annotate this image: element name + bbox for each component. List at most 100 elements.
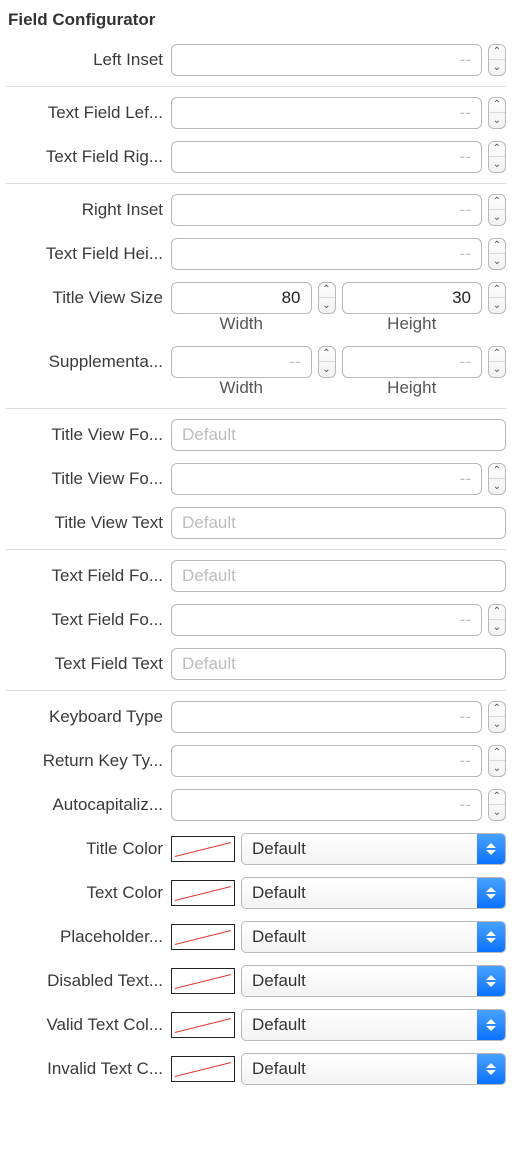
popup-disabled-text-color[interactable]: Default: [241, 965, 506, 997]
chevron-up-icon[interactable]: ⌃: [319, 347, 335, 362]
chevron-up-icon[interactable]: ⌃: [489, 746, 505, 761]
chevron-up-icon[interactable]: ⌃: [489, 45, 505, 60]
popup-label: Default: [242, 839, 477, 859]
stepper-title-view-font-size[interactable]: ⌃⌄: [488, 463, 506, 495]
input-text-field-left[interactable]: [171, 97, 482, 129]
chevron-down-icon[interactable]: ⌄: [489, 362, 505, 377]
stepper-supplementary-width[interactable]: ⌃⌄: [318, 346, 336, 378]
color-swatch-disabled[interactable]: [171, 968, 235, 994]
color-swatch-text[interactable]: [171, 880, 235, 906]
input-text-field-right[interactable]: [171, 141, 482, 173]
chevron-down-icon[interactable]: ⌄: [489, 298, 505, 313]
chevron-up-icon[interactable]: ⌃: [489, 195, 505, 210]
stepper-text-field-right[interactable]: ⌃⌄: [488, 141, 506, 173]
label-title-color: Title Color: [6, 839, 165, 859]
stepper-autocapitalization[interactable]: ⌃⌄: [488, 789, 506, 821]
popup-text-color[interactable]: Default: [241, 877, 506, 909]
popup-label: Default: [242, 927, 477, 947]
stepper-text-field-font-size[interactable]: ⌃⌄: [488, 604, 506, 636]
row-keyboard-type: Keyboard Type ⌃⌄: [6, 695, 506, 739]
input-text-field-height[interactable]: [171, 238, 482, 270]
row-right-inset: Right Inset ⌃⌄: [6, 188, 506, 232]
stepper-right-inset[interactable]: ⌃⌄: [488, 194, 506, 226]
label-text-field-right: Text Field Rig...: [6, 147, 165, 167]
row-invalid-text-color: Invalid Text C... Default: [6, 1047, 506, 1091]
sublabel-height: Height: [342, 378, 483, 398]
input-autocapitalization[interactable]: [171, 789, 482, 821]
stepper-supplementary-height[interactable]: ⌃⌄: [488, 346, 506, 378]
stepper-keyboard-type[interactable]: ⌃⌄: [488, 701, 506, 733]
label-text-field-height: Text Field Hei...: [6, 244, 165, 264]
input-text-field-font-size[interactable]: [171, 604, 482, 636]
stepper-text-field-left[interactable]: ⌃⌄: [488, 97, 506, 129]
input-title-view-font-name[interactable]: [171, 419, 506, 451]
label-invalid-text-color: Invalid Text C...: [6, 1059, 165, 1079]
popup-placeholder-color[interactable]: Default: [241, 921, 506, 953]
stepper-left-inset[interactable]: ⌃⌄: [488, 44, 506, 76]
chevron-up-icon[interactable]: ⌃: [489, 790, 505, 805]
popup-invalid-text-color[interactable]: Default: [241, 1053, 506, 1085]
color-swatch-valid[interactable]: [171, 1012, 235, 1038]
chevron-down-icon[interactable]: ⌄: [489, 60, 505, 75]
row-text-field-font-name: Text Field Fo...: [6, 554, 506, 598]
popup-valid-text-color[interactable]: Default: [241, 1009, 506, 1041]
stepper-return-key-type[interactable]: ⌃⌄: [488, 745, 506, 777]
input-left-inset[interactable]: [171, 44, 482, 76]
section-title: Field Configurator: [6, 4, 506, 38]
chevron-down-icon[interactable]: ⌄: [319, 362, 335, 377]
chevron-up-icon[interactable]: ⌃: [489, 142, 505, 157]
label-left-inset: Left Inset: [6, 50, 165, 70]
popup-title-color[interactable]: Default: [241, 833, 506, 865]
stepper-text-field-height[interactable]: ⌃⌄: [488, 238, 506, 270]
chevron-down-icon[interactable]: ⌄: [489, 717, 505, 732]
updown-arrows-icon: [477, 922, 505, 952]
chevron-up-icon[interactable]: ⌃: [489, 98, 505, 113]
row-text-field-left: Text Field Lef... ⌃⌄: [6, 91, 506, 135]
chevron-down-icon[interactable]: ⌄: [489, 805, 505, 820]
chevron-up-icon[interactable]: ⌃: [489, 239, 505, 254]
chevron-down-icon[interactable]: ⌄: [489, 479, 505, 494]
input-title-view-width[interactable]: [171, 282, 312, 314]
field-configurator-panel: Field Configurator Left Inset ⌃⌄ Text Fi…: [0, 0, 512, 1101]
input-return-key-type[interactable]: [171, 745, 482, 777]
label-title-view-font-name: Title View Fo...: [6, 425, 165, 445]
input-text-field-text[interactable]: [171, 648, 506, 680]
label-title-view-size: Title View Size: [6, 288, 165, 308]
chevron-up-icon[interactable]: ⌃: [489, 283, 505, 298]
input-title-view-height[interactable]: [342, 282, 483, 314]
chevron-up-icon[interactable]: ⌃: [489, 702, 505, 717]
updown-arrows-icon: [477, 1010, 505, 1040]
chevron-down-icon[interactable]: ⌄: [489, 620, 505, 635]
chevron-down-icon[interactable]: ⌄: [489, 157, 505, 172]
input-title-view-font-size[interactable]: [171, 463, 482, 495]
chevron-down-icon[interactable]: ⌄: [489, 113, 505, 128]
label-text-field-font-name: Text Field Fo...: [6, 566, 165, 586]
stepper-title-view-width[interactable]: ⌃⌄: [318, 282, 336, 314]
input-text-field-font-name[interactable]: [171, 560, 506, 592]
chevron-down-icon[interactable]: ⌄: [489, 761, 505, 776]
input-supplementary-width[interactable]: [171, 346, 312, 378]
stepper-title-view-height[interactable]: ⌃⌄: [488, 282, 506, 314]
input-keyboard-type[interactable]: [171, 701, 482, 733]
input-title-view-text[interactable]: [171, 507, 506, 539]
chevron-down-icon[interactable]: ⌄: [489, 210, 505, 225]
color-swatch-title[interactable]: [171, 836, 235, 862]
input-right-inset[interactable]: [171, 194, 482, 226]
label-text-color: Text Color: [6, 883, 165, 903]
chevron-down-icon[interactable]: ⌄: [319, 298, 335, 313]
chevron-up-icon[interactable]: ⌃: [489, 347, 505, 362]
row-title-view-font-size: Title View Fo... ⌃⌄: [6, 457, 506, 501]
row-title-view-font-name: Title View Fo...: [6, 413, 506, 457]
chevron-up-icon[interactable]: ⌃: [489, 464, 505, 479]
row-title-color: Title Color Default: [6, 827, 506, 871]
color-swatch-placeholder[interactable]: [171, 924, 235, 950]
color-swatch-invalid[interactable]: [171, 1056, 235, 1082]
chevron-up-icon[interactable]: ⌃: [489, 605, 505, 620]
divider: [6, 690, 506, 691]
chevron-up-icon[interactable]: ⌃: [319, 283, 335, 298]
row-disabled-text-color: Disabled Text... Default: [6, 959, 506, 1003]
chevron-down-icon[interactable]: ⌄: [489, 254, 505, 269]
row-valid-text-color: Valid Text Col... Default: [6, 1003, 506, 1047]
input-supplementary-height[interactable]: [342, 346, 483, 378]
row-autocapitalization: Autocapitaliz... ⌃⌄: [6, 783, 506, 827]
